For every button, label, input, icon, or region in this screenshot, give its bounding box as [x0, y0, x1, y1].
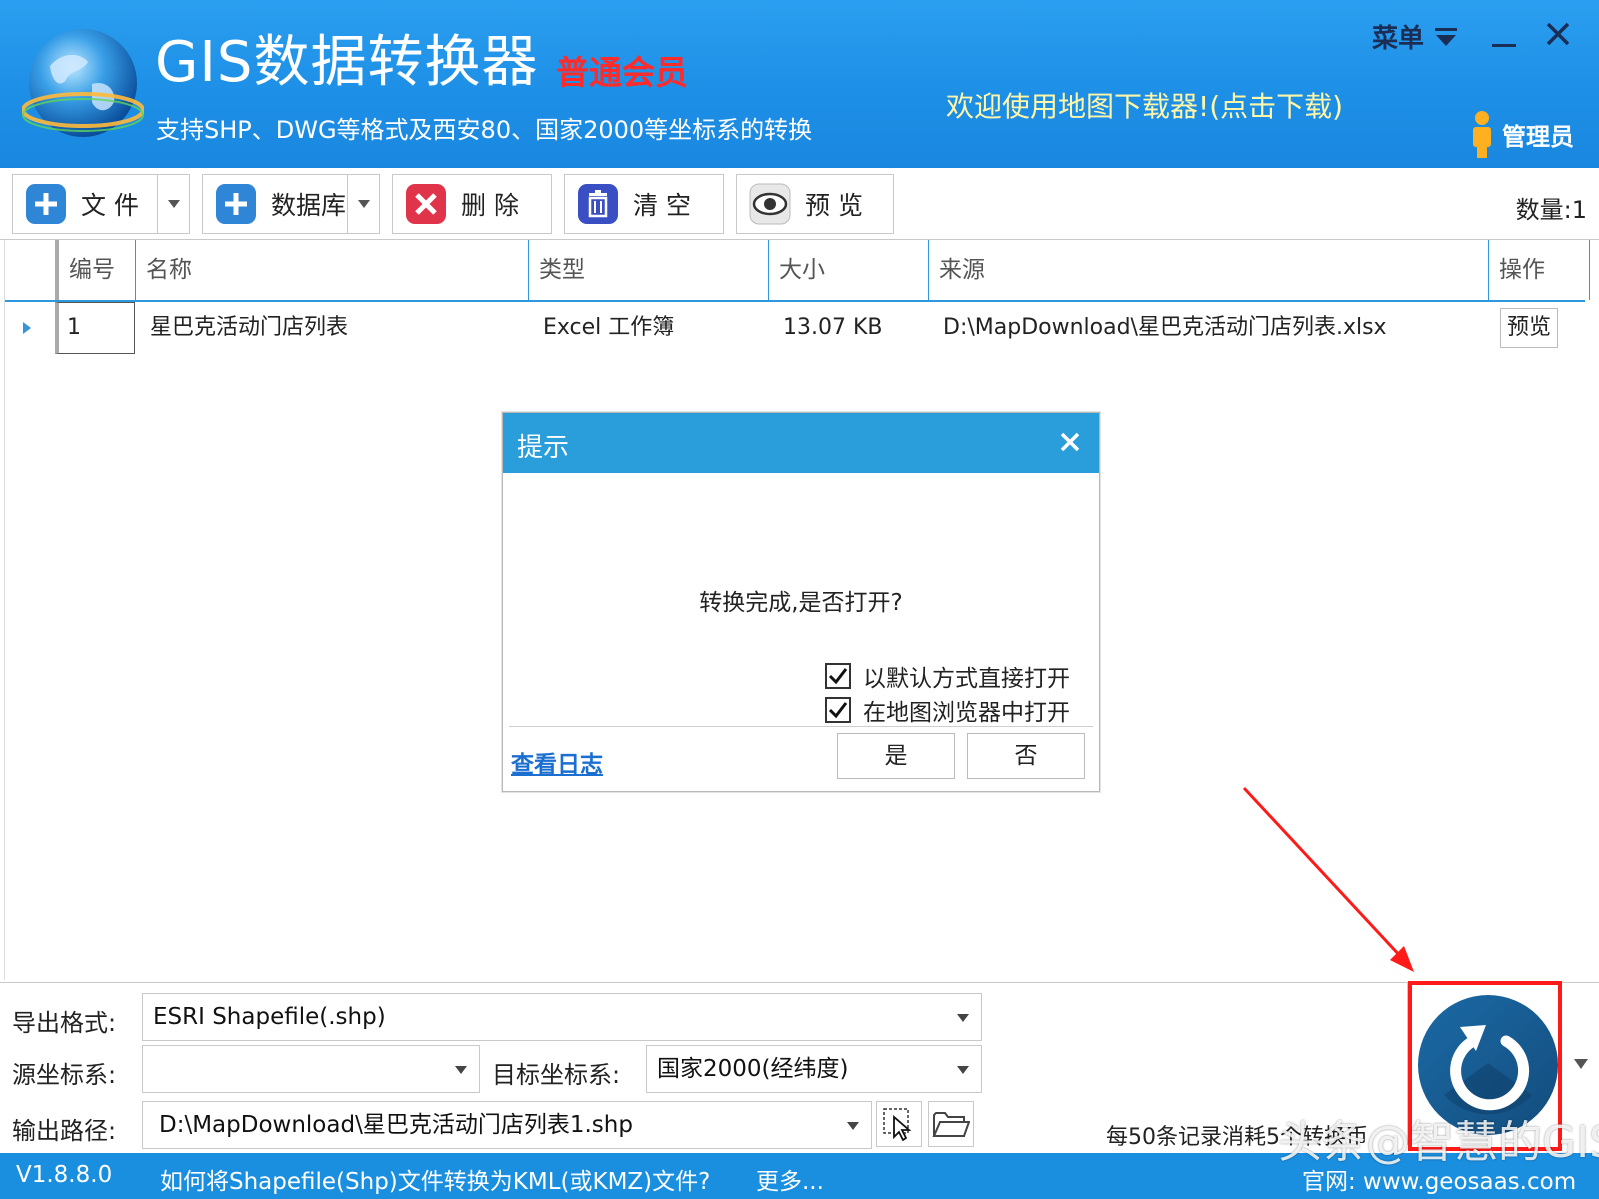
delete-icon [406, 184, 446, 224]
source-crs-select[interactable] [142, 1045, 480, 1093]
admin-user-area[interactable]: 管理员 [1470, 110, 1574, 158]
target-crs-value: 国家2000(经纬度) [657, 1056, 849, 1082]
conversion-settings-panel: 导出格式: ESRI Shapefile(.shp) 源坐标系: 目标坐标系: … [0, 981, 1599, 1151]
open-default-label: 以默认方式直接打开 [863, 666, 1070, 692]
target-crs-label: 目标坐标系: [492, 1061, 621, 1089]
add-file-label: 文 件 [81, 191, 139, 220]
chevron-down-icon [357, 200, 370, 208]
export-format-label: 导出格式: [12, 1009, 117, 1037]
row-preview-button[interactable]: 预览 [1500, 308, 1558, 348]
output-path-input[interactable]: D:\MapDownload\星巴克活动门店列表1.shp [142, 1101, 872, 1149]
column-header-name[interactable]: 名称 [135, 240, 528, 300]
more-link[interactable]: 更多... [756, 1162, 824, 1196]
status-bar: V1.8.8.0 如何将Shapefile(Shp)文件转换为KML(或KMZ)… [0, 1153, 1599, 1199]
map-downloader-promo-link[interactable]: 欢迎使用地图下载器!(点击下载) [946, 85, 1343, 125]
no-button[interactable]: 否 [967, 733, 1085, 779]
conversion-complete-dialog: 提示 转换完成,是否打开? 以默认方式直接打开 在地图浏览器中打开 查看日志 是… [502, 412, 1100, 792]
export-format-value: ESRI Shapefile(.shp) [153, 1004, 386, 1030]
menu-button[interactable]: 菜单 [1372, 18, 1458, 55]
open-map-browser-label: 在地图浏览器中打开 [863, 700, 1070, 726]
chevron-down-icon[interactable] [1574, 1059, 1588, 1069]
user-icon [1473, 111, 1491, 158]
globe-logo-icon [22, 29, 144, 137]
website-link[interactable]: 官网: www.geosaas.com [1302, 1162, 1576, 1196]
version-label: V1.8.8.0 [16, 1162, 113, 1188]
chevron-down-icon [455, 1066, 467, 1074]
browse-folder-button[interactable] [928, 1101, 974, 1147]
menu-label: 菜单 [1372, 24, 1425, 54]
eye-icon [749, 183, 791, 225]
toolbar: 文 件 数据库 删 除 清 空 预 览 数量:1 [0, 168, 1599, 240]
preview-label: 预 览 [805, 191, 863, 220]
delete-button[interactable]: 删 除 [392, 174, 552, 234]
dialog-message: 转换完成,是否打开? [699, 590, 903, 616]
checkbox-checked-icon [825, 663, 851, 689]
dialog-title: 提示 [517, 433, 570, 463]
yes-button[interactable]: 是 [837, 733, 955, 779]
clear-label: 清 空 [633, 191, 691, 220]
add-database-button[interactable]: 数据库 [202, 174, 380, 234]
trash-icon [578, 184, 618, 224]
title-bar: GIS数据转换器 普通会员 支持SHP、DWG等格式及西安80、国家2000等坐… [0, 0, 1599, 168]
add-file-button[interactable]: 文 件 [12, 174, 190, 234]
cursor-select-icon [883, 1108, 912, 1141]
preview-button[interactable]: 预 览 [736, 174, 894, 234]
table-header: 编号 名称 类型 大小 来源 操作 [5, 240, 1590, 302]
output-path-value: D:\MapDownload\星巴克活动门店列表1.shp [159, 1112, 633, 1138]
cell-type[interactable]: Excel 工作簿 [533, 302, 674, 354]
current-row-indicator-icon [23, 322, 31, 334]
cell-source[interactable]: D:\MapDownload\星巴克活动门店列表.xlsx [933, 302, 1387, 354]
source-crs-label: 源坐标系: [12, 1061, 117, 1089]
add-database-label: 数据库 [271, 191, 347, 220]
delete-label: 删 除 [461, 191, 519, 220]
column-header-index[interactable]: 编号 [55, 240, 135, 300]
select-path-button[interactable] [876, 1101, 922, 1147]
chevron-down-icon [167, 200, 180, 208]
output-path-label: 输出路径: [12, 1117, 117, 1145]
export-format-select[interactable]: ESRI Shapefile(.shp) [142, 993, 982, 1041]
minimize-icon[interactable] [1488, 16, 1520, 56]
tutorial-link[interactable]: 如何将Shapefile(Shp)文件转换为KML(或KMZ)文件? [160, 1162, 710, 1196]
column-header-size[interactable]: 大小 [768, 240, 928, 300]
chevron-down-icon [957, 1066, 969, 1074]
dialog-divider [509, 726, 1093, 727]
table-row[interactable]: 1 星巴克活动门店列表 Excel 工作簿 13.07 KB D:\MapDow… [5, 302, 1585, 354]
cell-index[interactable]: 1 [55, 302, 135, 354]
cell-size[interactable]: 13.07 KB [773, 302, 883, 354]
open-map-browser-checkbox[interactable]: 在地图浏览器中打开 [825, 693, 1070, 727]
open-default-checkbox[interactable]: 以默认方式直接打开 [825, 659, 1070, 693]
cell-name[interactable]: 星巴克活动门店列表 [140, 302, 348, 354]
clear-button[interactable]: 清 空 [564, 174, 724, 234]
conversion-cost-note: 每50条记录消耗5个转换币 [1106, 1125, 1368, 1150]
column-header-type[interactable]: 类型 [528, 240, 768, 300]
admin-label: 管理员 [1502, 122, 1574, 151]
menu-dropdown-icon [1435, 27, 1458, 46]
app-subtitle: 支持SHP、DWG等格式及西安80、国家2000等坐标系的转换 [156, 116, 813, 144]
chevron-down-icon [847, 1122, 859, 1130]
view-log-link[interactable]: 查看日志 [511, 745, 603, 779]
target-crs-select[interactable]: 国家2000(经纬度) [646, 1045, 982, 1093]
close-icon[interactable] [1055, 427, 1085, 457]
app-title: GIS数据转换器 [155, 30, 539, 95]
add-file-dropdown[interactable] [157, 175, 189, 233]
chevron-down-icon [957, 1014, 969, 1022]
convert-button-highlight [1408, 981, 1562, 1151]
add-database-dropdown[interactable] [347, 175, 379, 233]
dialog-titlebar: 提示 [503, 413, 1099, 473]
record-count: 数量:1 [1515, 196, 1587, 224]
column-header-source[interactable]: 来源 [928, 240, 1488, 300]
folder-icon [932, 1112, 970, 1137]
close-icon[interactable] [1540, 14, 1576, 54]
add-icon [216, 184, 256, 224]
checkbox-checked-icon [825, 697, 851, 723]
member-badge: 普通会员 [556, 53, 688, 92]
add-icon [26, 184, 66, 224]
column-header-action[interactable]: 操作 [1488, 240, 1590, 300]
